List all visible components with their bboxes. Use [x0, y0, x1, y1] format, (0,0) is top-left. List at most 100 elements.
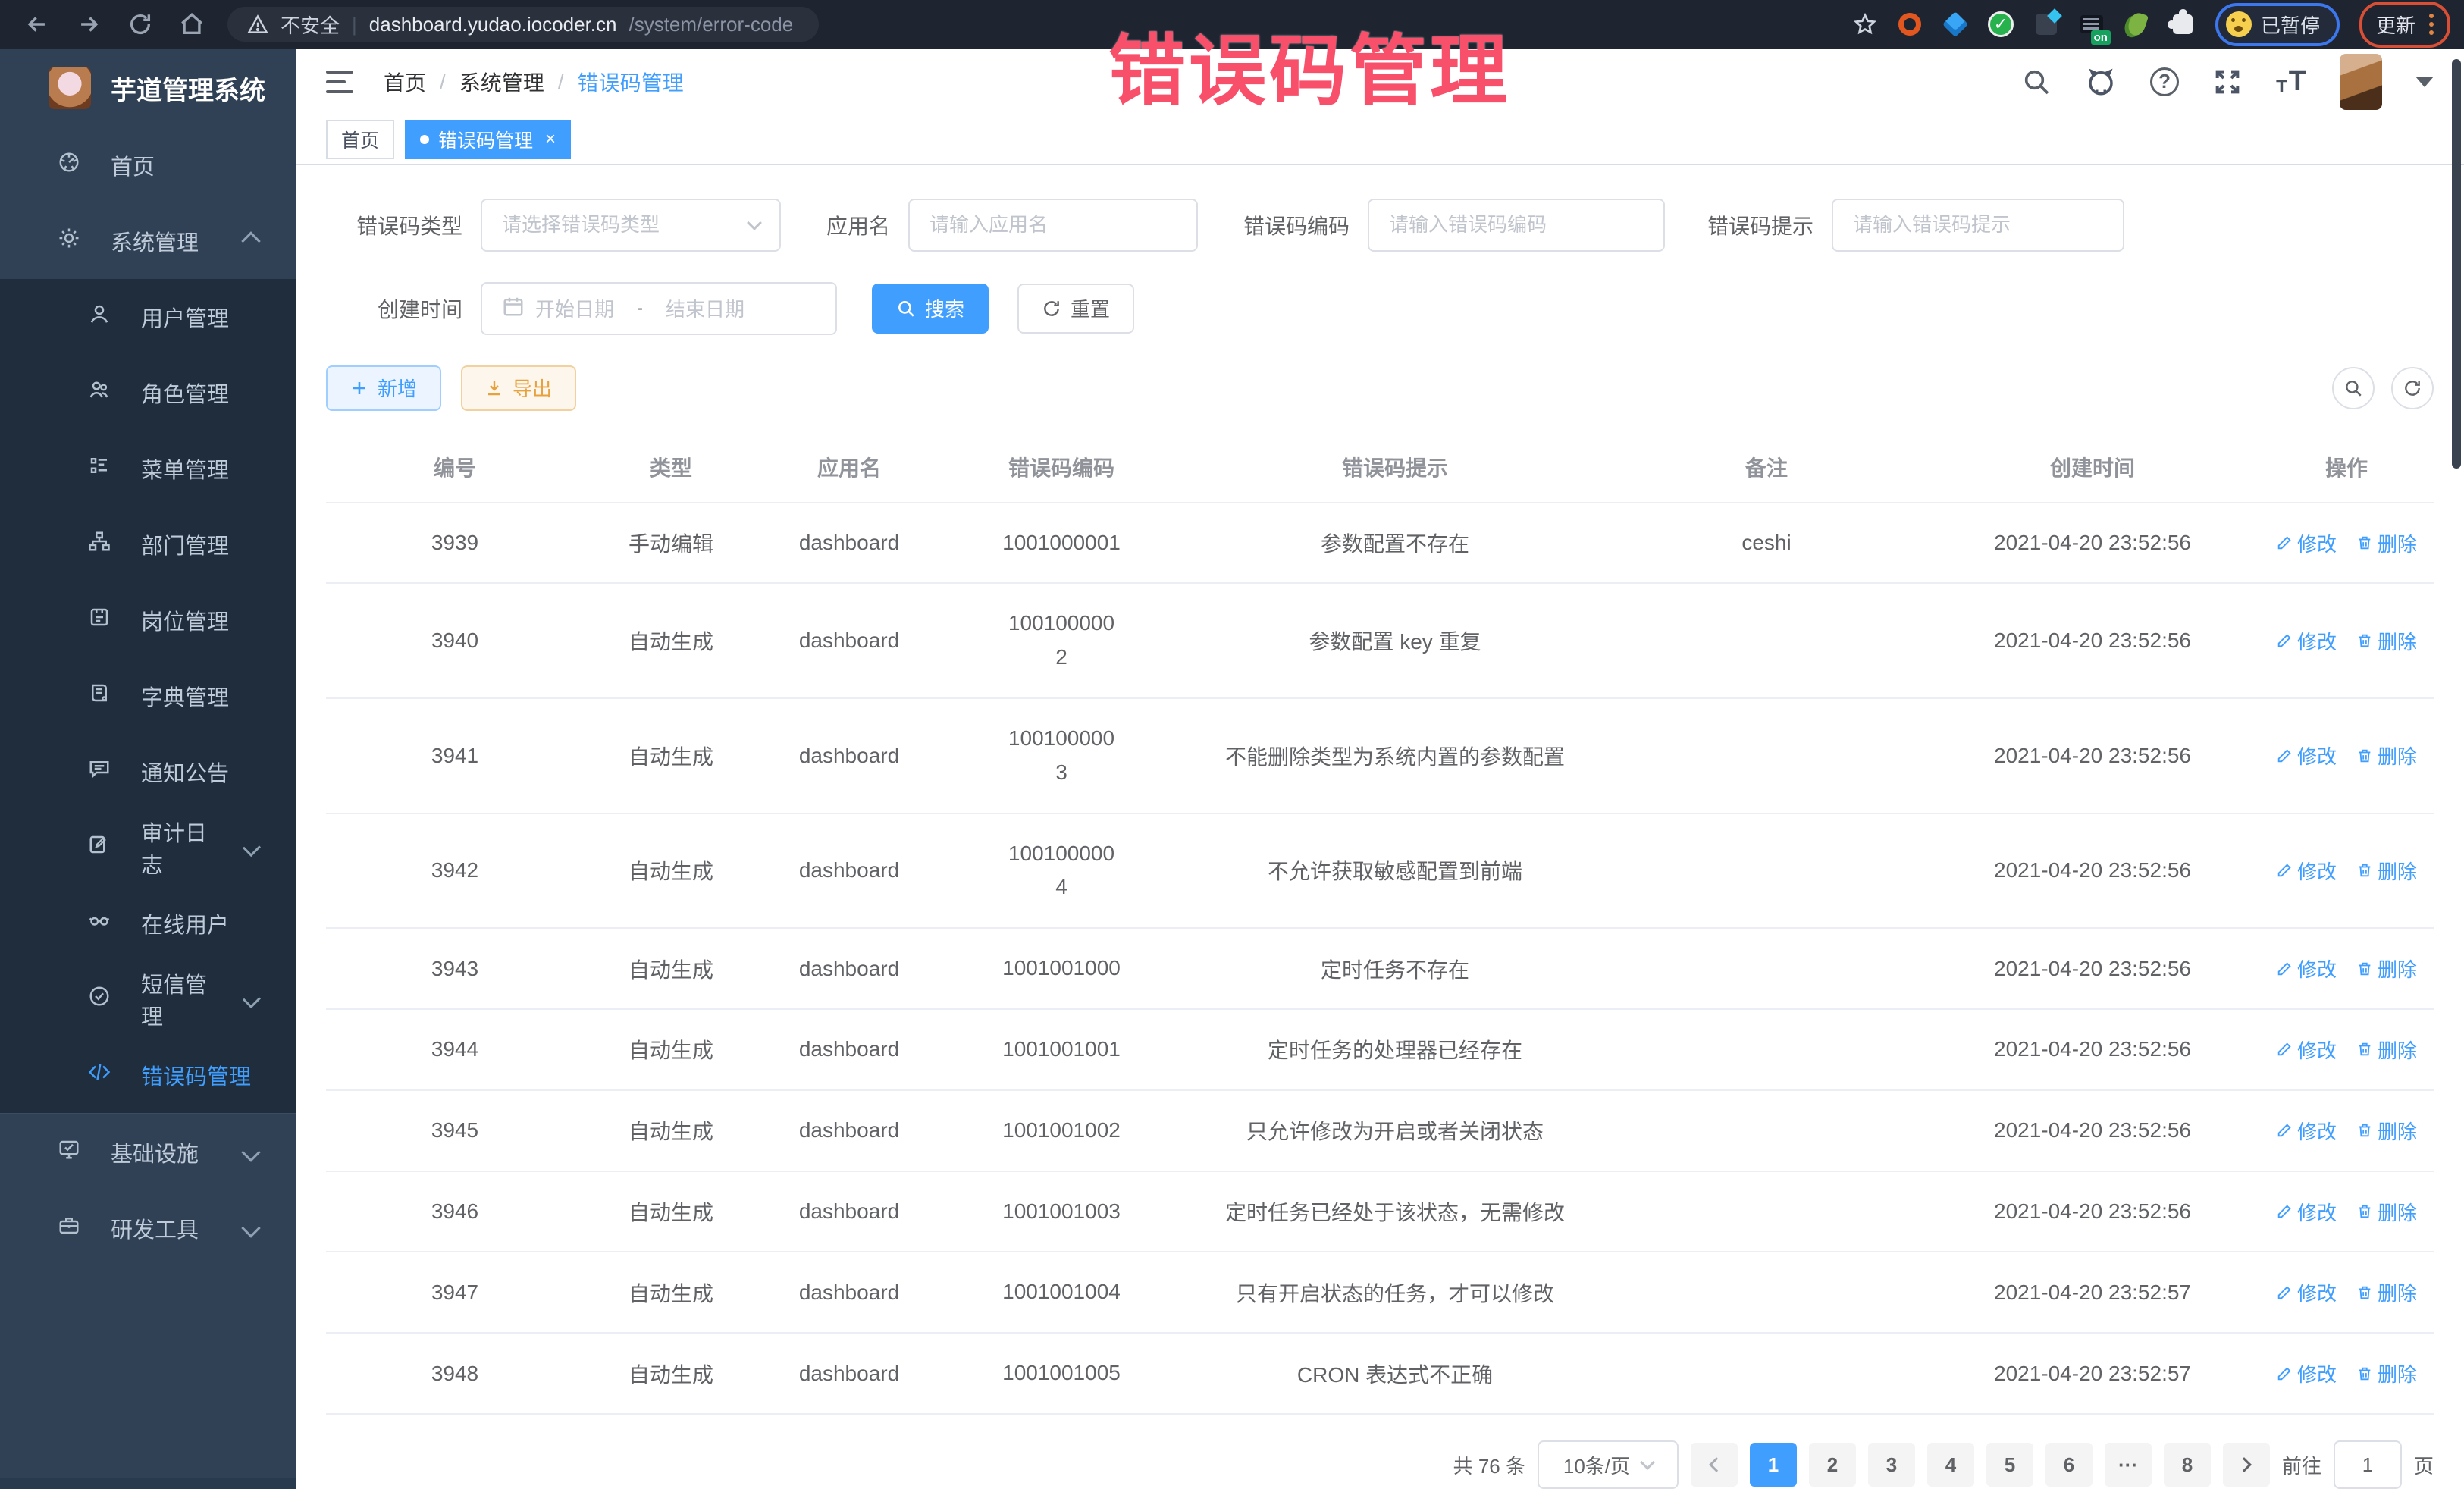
home-icon[interactable]: [179, 11, 205, 37]
edit-link[interactable]: 修改: [2276, 1117, 2337, 1145]
error-type-select[interactable]: [481, 199, 781, 252]
edit-link[interactable]: 修改: [2276, 627, 2337, 655]
address-bar[interactable]: 不安全 | dashboard.yudao.iocoder.cn/system/…: [227, 7, 819, 42]
edit-link[interactable]: 修改: [2276, 529, 2337, 557]
sidebar-item-departments[interactable]: 部门管理: [0, 506, 296, 582]
edit-link[interactable]: 修改: [2276, 741, 2337, 770]
sidebar-item-devtools[interactable]: 研发工具: [0, 1190, 296, 1266]
back-icon[interactable]: [24, 11, 50, 37]
sidebar-item-users[interactable]: 用户管理: [0, 279, 296, 355]
sidebar-collapse-bar[interactable]: [0, 1478, 296, 1489]
edit-link[interactable]: 修改: [2276, 955, 2337, 983]
edit-link[interactable]: 修改: [2276, 1198, 2337, 1226]
sidebar-item-sms[interactable]: 短信管理: [0, 961, 296, 1037]
error-code-field[interactable]: [1368, 199, 1665, 252]
error-msg-input[interactable]: [1853, 213, 2103, 237]
extension-v-icon[interactable]: ✓: [1988, 11, 2014, 37]
reset-button[interactable]: 重置: [1017, 284, 1134, 334]
sidebar-item-infrastructure[interactable]: 基础设施: [0, 1114, 296, 1190]
search-button[interactable]: 搜索: [872, 284, 989, 334]
avatar-caret-icon[interactable]: [2415, 77, 2434, 87]
export-button[interactable]: 导出: [461, 365, 576, 411]
sidebar-item-roles[interactable]: 角色管理: [0, 355, 296, 431]
page-button-2[interactable]: 2: [1809, 1443, 1856, 1487]
page-button-4[interactable]: 4: [1927, 1443, 1974, 1487]
sidebar-item-notice[interactable]: 通知公告: [0, 734, 296, 810]
extension-grid-icon[interactable]: [2033, 11, 2059, 37]
goto-page-input[interactable]: [2334, 1440, 2402, 1489]
browser-menu-icon[interactable]: [2429, 14, 2434, 35]
table-row: 3945自动生成dashboard1001001002只允许修改为开启或者关闭状…: [326, 1090, 2434, 1171]
sidebar-item-error-code[interactable]: 错误码管理: [0, 1037, 296, 1113]
help-icon[interactable]: ?: [2150, 67, 2179, 96]
browser-update-button[interactable]: 更新: [2359, 2, 2450, 48]
breadcrumb-separator: /: [558, 70, 564, 94]
date-range-picker[interactable]: 开始日期 - 结束日期: [481, 282, 837, 335]
tab-error-code[interactable]: 错误码管理 ×: [405, 120, 571, 159]
sidebar-item-system[interactable]: 系统管理: [0, 203, 296, 279]
edit-link[interactable]: 修改: [2276, 1278, 2337, 1306]
delete-link[interactable]: 删除: [2356, 1036, 2417, 1064]
sidebar-item-menus[interactable]: 菜单管理: [0, 431, 296, 506]
profile-paused-pill[interactable]: 已暂停: [2215, 3, 2340, 46]
extension-leaf-icon[interactable]: [2124, 11, 2150, 37]
page-button-5[interactable]: 5: [1986, 1443, 2033, 1487]
delete-link[interactable]: 删除: [2356, 1117, 2417, 1145]
sidebar-item-dict[interactable]: 字典管理: [0, 658, 296, 734]
user-avatar[interactable]: [2340, 54, 2382, 110]
extension-list-icon[interactable]: on: [2079, 11, 2105, 37]
edit-link[interactable]: 修改: [2276, 857, 2337, 885]
delete-link-label: 删除: [2378, 1359, 2417, 1387]
close-icon[interactable]: ×: [545, 129, 556, 150]
error-code-input[interactable]: [1389, 213, 1644, 237]
sidebar-item-online-users[interactable]: 在线用户: [0, 886, 296, 961]
error-msg-field[interactable]: [1832, 199, 2124, 252]
delete-link[interactable]: 删除: [2356, 1198, 2417, 1226]
add-button[interactable]: 新增: [326, 365, 441, 411]
sidebar-item-label: 研发工具: [111, 1212, 199, 1244]
page-ellipsis[interactable]: ···: [2105, 1443, 2152, 1487]
reload-icon[interactable]: [127, 11, 153, 37]
sidebar-item-home[interactable]: 首页: [0, 127, 296, 203]
fullscreen-icon[interactable]: [2212, 67, 2243, 97]
delete-link[interactable]: 删除: [2356, 1278, 2417, 1306]
tab-home[interactable]: 首页: [326, 120, 394, 159]
extensions-puzzle-icon[interactable]: [2170, 11, 2196, 37]
page-scrollbar[interactable]: [2452, 59, 2461, 469]
app-name-input[interactable]: [929, 213, 1177, 237]
prev-page-button[interactable]: [1691, 1443, 1738, 1487]
app-logo-row[interactable]: 芋道管理系统: [0, 49, 296, 127]
edit-link[interactable]: 修改: [2276, 1036, 2337, 1064]
delete-link[interactable]: 删除: [2356, 741, 2417, 770]
header-search-icon[interactable]: [2021, 67, 2052, 97]
hamburger-icon[interactable]: [326, 71, 353, 93]
delete-link[interactable]: 删除: [2356, 627, 2417, 655]
bookmark-star-icon[interactable]: [1853, 12, 1877, 36]
refresh-button[interactable]: [2391, 367, 2434, 409]
cell-type: 手动编辑: [584, 503, 758, 584]
page-size-select[interactable]: 10条/页: [1538, 1440, 1679, 1489]
page-button-8[interactable]: 8: [2164, 1443, 2211, 1487]
page-button-1[interactable]: 1: [1750, 1443, 1797, 1487]
delete-link[interactable]: 删除: [2356, 1359, 2417, 1387]
github-icon[interactable]: [2085, 66, 2117, 98]
edit-link[interactable]: 修改: [2276, 1359, 2337, 1387]
breadcrumb-system[interactable]: 系统管理: [459, 67, 544, 97]
error-type-input[interactable]: [502, 213, 738, 237]
sidebar-item-posts[interactable]: 岗位管理: [0, 582, 296, 658]
next-page-button[interactable]: [2223, 1443, 2270, 1487]
forward-icon[interactable]: [76, 11, 102, 37]
show-search-button[interactable]: [2332, 367, 2375, 409]
sidebar-item-audit-log[interactable]: 审计日志: [0, 810, 296, 886]
delete-link[interactable]: 删除: [2356, 955, 2417, 983]
warning-icon: [247, 14, 268, 35]
font-size-icon[interactable]: TT: [2276, 65, 2306, 98]
page-button-3[interactable]: 3: [1868, 1443, 1915, 1487]
delete-link[interactable]: 删除: [2356, 529, 2417, 557]
breadcrumb-home[interactable]: 首页: [384, 67, 426, 97]
page-button-6[interactable]: 6: [2045, 1443, 2093, 1487]
extension-gem-icon[interactable]: [1942, 11, 1968, 37]
delete-link[interactable]: 删除: [2356, 857, 2417, 885]
app-name-field[interactable]: [908, 199, 1198, 252]
extension-orange-icon[interactable]: [1897, 11, 1923, 37]
